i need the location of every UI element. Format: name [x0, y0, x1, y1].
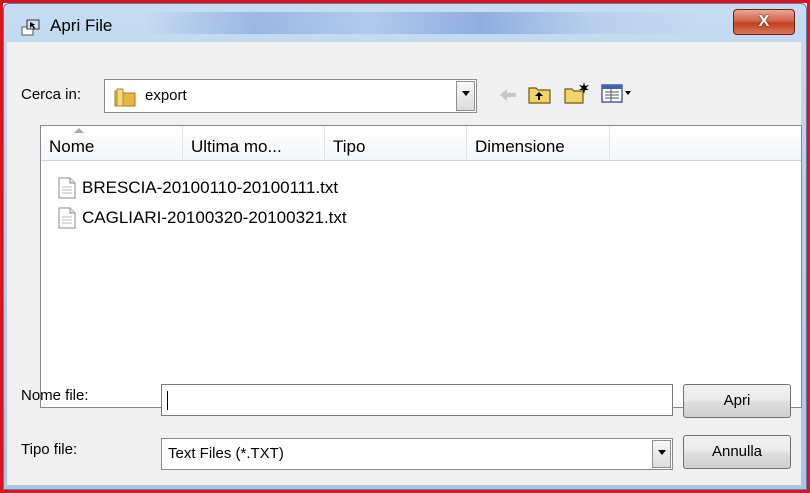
text-file-icon	[58, 177, 76, 199]
file-list-view[interactable]: Nome Ultima mo... Tipo Dimensione BRESCI…	[40, 125, 802, 408]
file-name: CAGLIARI-20100320-20100321.txt	[82, 208, 347, 227]
column-header-name[interactable]: Nome	[41, 126, 183, 160]
file-name-label: Nome file:	[21, 387, 89, 404]
file-name: BRESCIA-20100110-20100111.txt	[82, 178, 339, 197]
file-row[interactable]: BRESCIA-20100110-20100111.txt	[58, 174, 338, 202]
column-header-modified[interactable]: Ultima mo...	[183, 126, 325, 160]
column-header-size[interactable]: Dimensione	[467, 126, 610, 160]
look-in-value: export	[145, 87, 187, 104]
list-header: Nome Ultima mo... Tipo Dimensione	[41, 126, 801, 161]
look-in-label: Cerca in:	[21, 86, 82, 103]
file-type-label: Tipo file:	[21, 441, 78, 458]
open-file-dialog: Apri File X Cerca in: export Nome Ultima…	[3, 3, 807, 490]
dialog-icon	[21, 19, 40, 36]
folder-icon	[114, 88, 136, 107]
cancel-button[interactable]: Annulla	[683, 435, 791, 469]
file-name-input[interactable]	[161, 384, 673, 416]
file-type-value: Text Files (*.TXT)	[168, 445, 284, 462]
close-icon: X	[758, 13, 770, 30]
column-header-type[interactable]: Tipo	[325, 126, 467, 160]
open-button[interactable]: Apri	[683, 384, 791, 418]
text-file-icon	[58, 207, 76, 229]
dialog-client-area: Cerca in: export Nome Ultima mo... Tipo …	[7, 42, 802, 485]
close-button[interactable]: X	[733, 9, 795, 35]
view-menu-icon[interactable]	[600, 83, 634, 105]
text-caret	[167, 391, 168, 410]
title-glass	[144, 12, 704, 34]
look-in-dropdown-button[interactable]	[456, 81, 475, 111]
window-title: Apri File	[50, 16, 113, 35]
title-bar[interactable]: Apri File X	[4, 4, 806, 42]
up-folder-icon[interactable]	[527, 82, 553, 106]
back-arrow-icon[interactable]	[497, 84, 519, 106]
look-in-combo[interactable]: export	[104, 79, 477, 113]
file-type-combo[interactable]: Text Files (*.TXT)	[161, 438, 673, 470]
new-folder-icon[interactable]	[563, 80, 591, 106]
file-type-dropdown-button[interactable]	[652, 440, 671, 468]
file-row[interactable]: CAGLIARI-20100320-20100321.txt	[58, 204, 347, 232]
sort-ascending-icon	[74, 128, 84, 133]
